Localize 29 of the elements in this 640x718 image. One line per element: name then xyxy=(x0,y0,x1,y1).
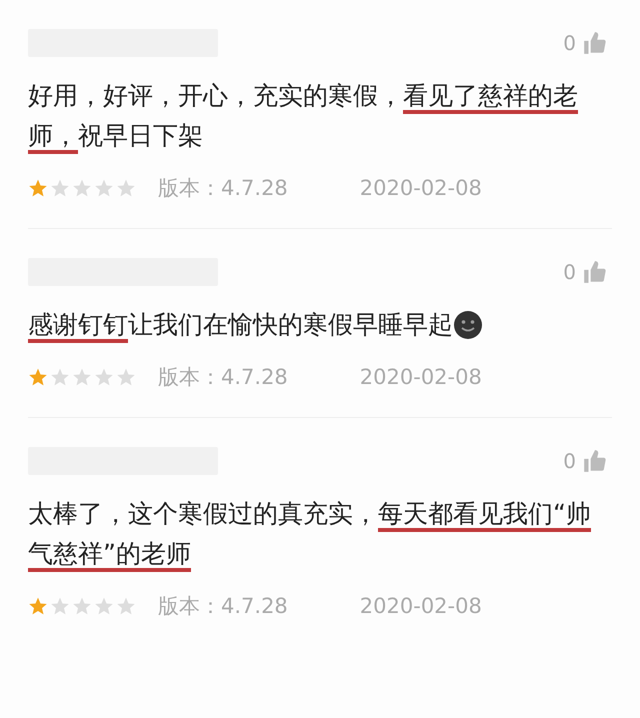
star-icon xyxy=(28,178,48,198)
like-count: 0 xyxy=(563,31,576,55)
review-text: 感谢钉钉让我们在愉快的寒假早睡早起 xyxy=(28,305,453,345)
thumbs-up-icon[interactable] xyxy=(582,259,608,285)
star-icon xyxy=(72,178,92,198)
star-icon xyxy=(94,178,114,198)
version-label: 版本：4.7.28 xyxy=(158,593,288,620)
star-icon xyxy=(72,367,92,387)
star-icon xyxy=(28,367,48,387)
star-icon xyxy=(116,367,136,387)
review-date: 2020-02-08 xyxy=(360,594,482,618)
star-icon xyxy=(50,596,70,616)
star-icon xyxy=(94,367,114,387)
star-icon xyxy=(116,178,136,198)
review-date: 2020-02-08 xyxy=(360,176,482,200)
version-label: 版本：4.7.28 xyxy=(158,364,288,391)
star-icon xyxy=(94,596,114,616)
like-count: 0 xyxy=(563,449,576,473)
review-date: 2020-02-08 xyxy=(360,365,482,389)
star-icon xyxy=(72,596,92,616)
star-icon xyxy=(50,367,70,387)
star-icon xyxy=(50,178,70,198)
smiley-face-icon xyxy=(453,310,483,340)
star-icon xyxy=(28,596,48,616)
like-count: 0 xyxy=(563,260,576,284)
thumbs-up-icon[interactable] xyxy=(582,30,608,56)
thumbs-up-icon[interactable] xyxy=(582,448,608,474)
star-icon xyxy=(116,596,136,616)
version-label: 版本：4.7.28 xyxy=(158,175,288,202)
